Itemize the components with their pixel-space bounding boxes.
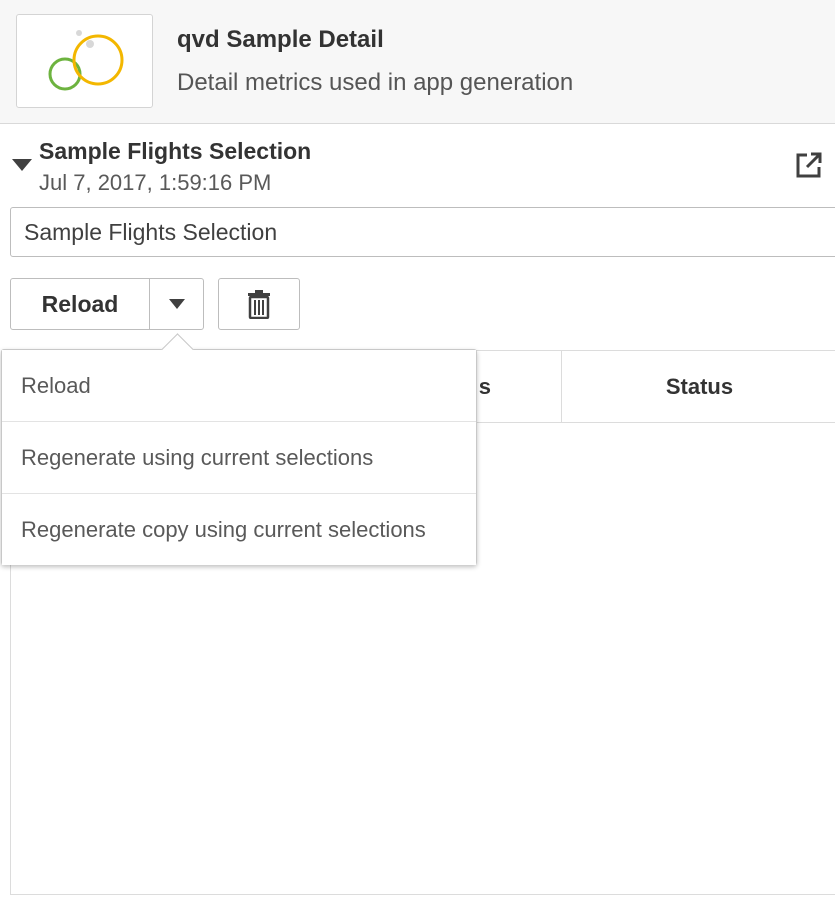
reload-button-group: Reload (10, 278, 204, 330)
triangle-down-icon[interactable] (12, 159, 32, 171)
selection-title: Sample Flights Selection (39, 138, 312, 164)
qlik-circles-logo-icon (48, 30, 124, 91)
caret-down-icon (168, 299, 185, 309)
trash-icon (248, 290, 270, 319)
app-subtitle: Detail metrics used in app generation (177, 69, 574, 96)
external-link-icon[interactable] (794, 150, 824, 185)
app-header: qvd Sample Detail Detail metrics used in… (0, 0, 835, 124)
reload-options-menu: Reload Regenerate using current selectio… (1, 333, 477, 565)
menu-item-regenerate[interactable]: Regenerate using current selections (2, 421, 476, 493)
app-thumbnail[interactable] (16, 14, 153, 108)
table-column-header-status[interactable]: Status (561, 351, 835, 422)
selection-timestamp: Jul 7, 2017, 1:59:16 PM (39, 170, 272, 195)
menu-item-reload[interactable]: Reload (2, 350, 476, 421)
menu-item-regenerate-copy[interactable]: Regenerate copy using current selections (2, 493, 476, 565)
app-title: qvd Sample Detail (177, 26, 384, 53)
reload-button[interactable]: Reload (11, 279, 150, 329)
delete-button[interactable] (218, 278, 300, 330)
selection-name-input[interactable] (10, 207, 835, 257)
reload-options-button[interactable] (150, 279, 203, 329)
